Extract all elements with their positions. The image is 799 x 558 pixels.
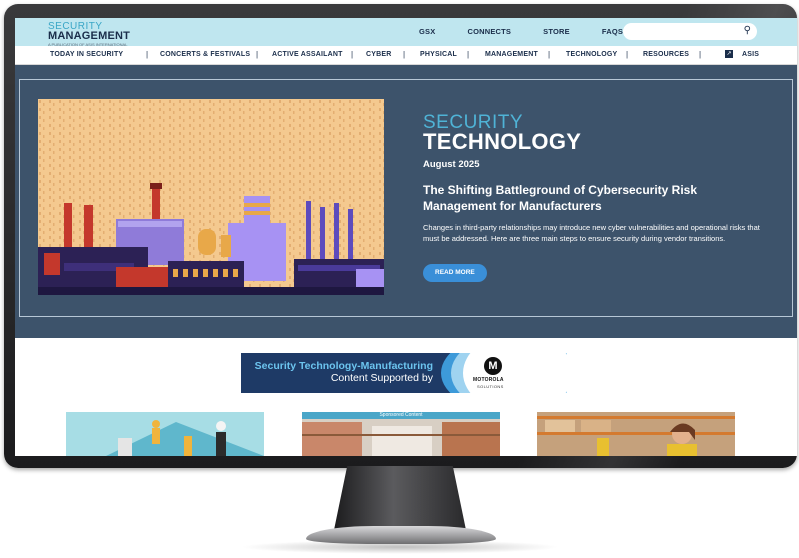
logo-main-text: MANAGEMENT — [48, 30, 131, 42]
hero-headline-link[interactable]: The Shifting Battleground of Cybersecuri… — [423, 182, 763, 214]
nav-separator: | — [146, 50, 149, 59]
nav-item-technology[interactable]: TECHNOLOGY — [566, 51, 617, 58]
nav-item-concerts-festivals[interactable]: CONCERTS & FESTIVALS — [160, 51, 250, 58]
sponsor-text: Security Technology-Manufacturing Conten… — [251, 360, 433, 384]
monitor-stand-neck — [334, 466, 466, 530]
card-1-image — [66, 412, 264, 456]
top-link-connects[interactable]: CONNECTS — [467, 27, 511, 36]
hero-illustration-factory[interactable] — [38, 99, 384, 295]
nav-item-physical[interactable]: PHYSICAL — [420, 51, 457, 58]
top-link-faqs[interactable]: FAQS — [602, 27, 623, 36]
screen: SECURITY MANAGEMENT A PUBLICATION OF ASI… — [15, 18, 797, 456]
nav-separator: | — [467, 50, 470, 59]
motorola-logo-icon: M — [484, 357, 502, 375]
top-link-gsx[interactable]: GSX — [419, 27, 435, 36]
nav-item-management[interactable]: MANAGEMENT — [485, 51, 538, 58]
top-link-store[interactable]: STORE — [543, 27, 570, 36]
sponsor-banner[interactable]: Security Technology-Manufacturing Conten… — [241, 353, 567, 393]
nav-item-today-in-security[interactable]: TODAY IN SECURITY — [50, 51, 123, 58]
article-card-3[interactable] — [537, 412, 735, 456]
nav-separator: | — [699, 50, 702, 59]
search-input[interactable] — [631, 26, 745, 43]
nav-separator: | — [256, 50, 259, 59]
card-3-image — [537, 412, 735, 456]
nav-item-asis[interactable]: ASIS — [742, 51, 759, 58]
nav-separator: | — [403, 50, 406, 59]
main-nav: TODAY IN SECURITY | CONCERTS & FESTIVALS… — [15, 46, 797, 65]
site-logo[interactable]: SECURITY MANAGEMENT A PUBLICATION OF ASI… — [48, 22, 131, 48]
nav-item-resources[interactable]: RESOURCES — [643, 51, 689, 58]
sponsor-brand-sub: SOLUTIONS — [477, 384, 504, 389]
nav-separator: | — [548, 50, 551, 59]
search-icon[interactable]: ⚲ — [744, 25, 751, 37]
nav-separator: | — [351, 50, 354, 59]
search-box: ⚲ — [623, 23, 757, 43]
hero-section: SECURITY TECHNOLOGY August 2025 The Shif… — [15, 65, 797, 338]
monitor-stand-base — [306, 526, 496, 544]
article-card-1[interactable] — [66, 412, 264, 456]
sponsor-line-2: Content Supported by — [330, 372, 433, 384]
nav-item-cyber[interactable]: CYBER — [366, 51, 392, 58]
nav-separator: | — [626, 50, 629, 59]
sponsor-line-1: Security Technology-Manufacturing — [254, 360, 433, 372]
top-links: GSX CONNECTS STORE FAQS — [419, 27, 655, 36]
section-brand-big: TECHNOLOGY — [423, 129, 582, 154]
issue-date: August 2025 — [423, 159, 480, 170]
hero-dek: Changes in third-party relationships may… — [423, 223, 760, 243]
factory-illustration — [38, 99, 384, 295]
sponsored-content-label: Sponsored Content — [302, 412, 500, 419]
article-card-2[interactable]: Sponsored Content — [302, 412, 500, 456]
sponsor-brand-name: MOTOROLA — [473, 377, 504, 383]
top-bar: SECURITY MANAGEMENT A PUBLICATION OF ASI… — [15, 18, 797, 48]
external-link-icon: ↗ — [725, 50, 733, 58]
read-more-button[interactable]: READ MORE — [423, 264, 487, 282]
nav-item-active-assailant[interactable]: ACTIVE ASSAILANT — [272, 51, 343, 58]
hero-text: SECURITY TECHNOLOGY August 2025 The Shif… — [423, 113, 763, 282]
